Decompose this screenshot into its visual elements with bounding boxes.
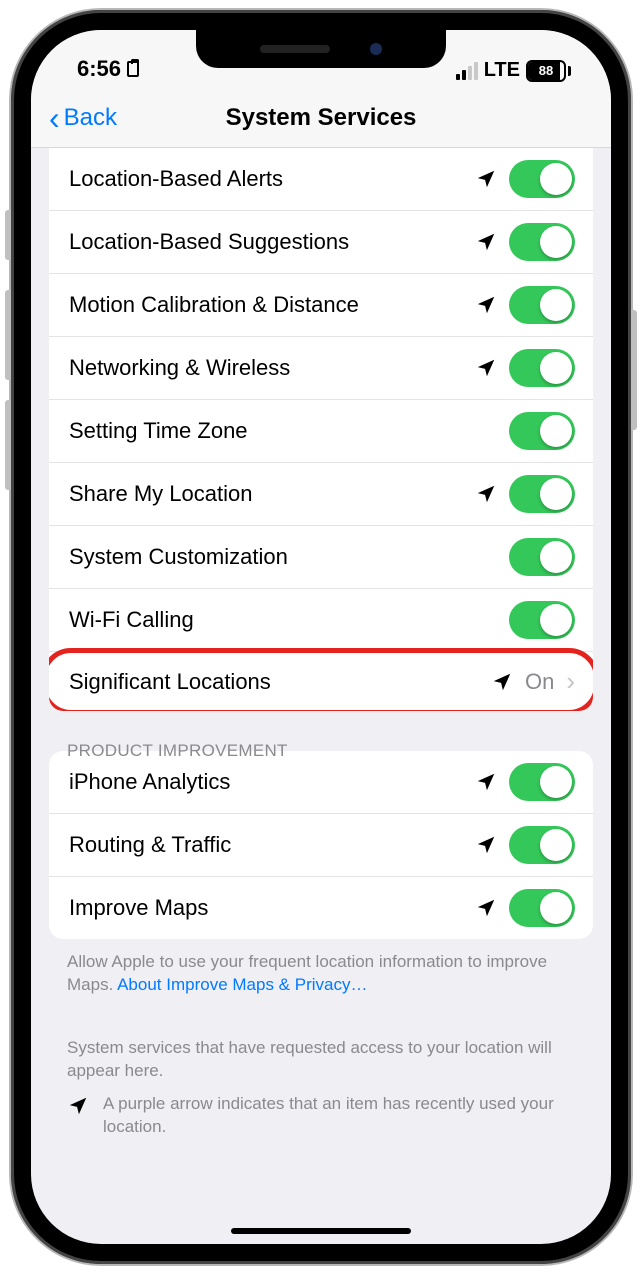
network-label: LTE [484, 59, 520, 82]
row-label: Improve Maps [69, 895, 463, 921]
status-time: 6:56 [77, 56, 121, 82]
toggle-share-location[interactable] [509, 475, 575, 513]
settings-group-product-improvement: iPhone Analytics Routing & Traffic Impro… [49, 751, 593, 939]
page-title: System Services [31, 104, 611, 132]
toggle-location-suggestions[interactable] [509, 223, 575, 261]
phone-frame: 6:56 LTE 88 ‹ Back System Services [11, 10, 631, 1264]
notch [196, 30, 446, 68]
link-about-improve-maps-privacy[interactable]: About Improve Maps & Privacy… [117, 975, 367, 994]
rotation-lock-icon [127, 61, 139, 77]
row-label: Networking & Wireless [69, 355, 463, 381]
location-arrow-icon [67, 1095, 89, 1117]
chevron-right-icon: › [566, 666, 575, 697]
location-arrow-icon [491, 671, 513, 693]
legend-text: A purple arrow indicates that an item ha… [103, 1093, 575, 1139]
row-networking-wireless: Networking & Wireless [49, 336, 593, 399]
settings-group-main: Location-Based Alerts Location-Based Sug… [49, 148, 593, 711]
location-arrow-icon [475, 834, 497, 856]
row-motion-calibration: Motion Calibration & Distance [49, 273, 593, 336]
back-button[interactable]: ‹ Back [49, 104, 117, 132]
location-arrow-icon [475, 231, 497, 253]
row-label: Significant Locations [69, 669, 479, 695]
legend-purple-arrow: A purple arrow indicates that an item ha… [31, 1083, 611, 1139]
home-indicator[interactable] [231, 1228, 411, 1234]
toggle-system-customization[interactable] [509, 538, 575, 576]
toggle-wifi-calling[interactable] [509, 601, 575, 639]
row-label: Setting Time Zone [69, 418, 497, 444]
screen: 6:56 LTE 88 ‹ Back System Services [31, 30, 611, 1244]
footnote-system-services: System services that have requested acce… [31, 997, 611, 1083]
row-location-suggestions: Location-Based Suggestions [49, 210, 593, 273]
location-arrow-icon [475, 483, 497, 505]
content-scroll[interactable]: Location-Based Alerts Location-Based Sug… [31, 148, 611, 1244]
toggle-setting-timezone[interactable] [509, 412, 575, 450]
row-value: On [525, 669, 554, 695]
row-location-alerts: Location-Based Alerts [49, 148, 593, 210]
back-label: Back [64, 104, 117, 132]
location-arrow-icon [475, 771, 497, 793]
row-setting-timezone: Setting Time Zone [49, 399, 593, 462]
battery-icon: 88 [526, 60, 571, 82]
row-label: System Customization [69, 544, 497, 570]
nav-header: ‹ Back System Services [31, 88, 611, 148]
row-improve-maps: Improve Maps [49, 876, 593, 939]
row-share-location: Share My Location [49, 462, 593, 525]
row-label: Motion Calibration & Distance [69, 292, 463, 318]
location-arrow-icon [475, 357, 497, 379]
toggle-improve-maps[interactable] [509, 889, 575, 927]
toggle-location-alerts[interactable] [509, 160, 575, 198]
row-label: Location-Based Suggestions [69, 229, 463, 255]
row-routing-traffic: Routing & Traffic [49, 813, 593, 876]
row-label: Location-Based Alerts [69, 166, 463, 192]
location-arrow-icon [475, 294, 497, 316]
row-label: iPhone Analytics [69, 769, 463, 795]
section-header-product-improvement: PRODUCT IMPROVEMENT [31, 711, 611, 751]
toggle-iphone-analytics[interactable] [509, 763, 575, 801]
signal-icon [456, 62, 478, 80]
row-system-customization: System Customization [49, 525, 593, 588]
row-label: Routing & Traffic [69, 832, 463, 858]
row-wifi-calling: Wi-Fi Calling [49, 588, 593, 651]
toggle-routing-traffic[interactable] [509, 826, 575, 864]
location-arrow-icon [475, 168, 497, 190]
location-arrow-icon [475, 897, 497, 919]
row-label: Share My Location [69, 481, 463, 507]
toggle-networking-wireless[interactable] [509, 349, 575, 387]
row-label: Wi-Fi Calling [69, 607, 497, 633]
row-significant-locations[interactable]: Significant Locations On › [49, 651, 593, 711]
toggle-motion-calibration[interactable] [509, 286, 575, 324]
footnote-improve-maps: Allow Apple to use your frequent locatio… [31, 939, 611, 997]
